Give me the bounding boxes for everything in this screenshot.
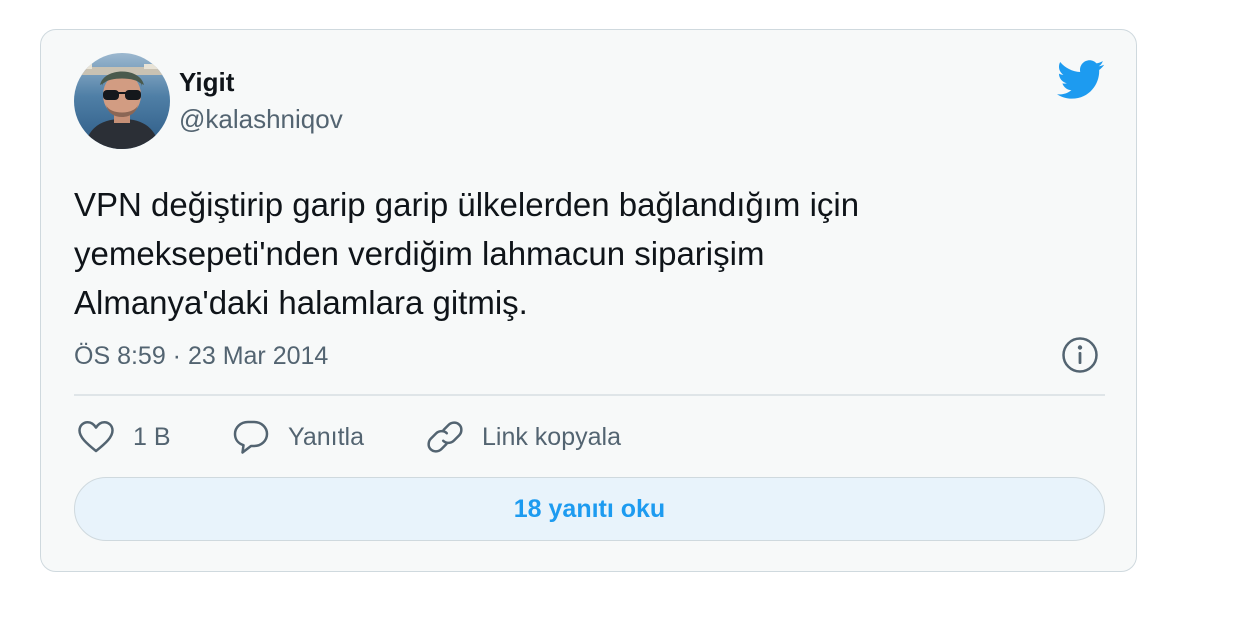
- like-button[interactable]: 1 B: [77, 417, 171, 457]
- link-icon: [427, 421, 463, 453]
- read-replies-button[interactable]: 18 yanıtı oku: [74, 477, 1105, 541]
- heart-icon: [78, 420, 114, 453]
- twitter-bird-icon[interactable]: [1057, 60, 1105, 100]
- avatar[interactable]: [74, 53, 170, 149]
- tweet-timestamp[interactable]: ÖS 8:59 · 23 Mar 2014: [74, 340, 328, 372]
- author-info: Yigit @kalashniqov: [179, 66, 343, 136]
- read-replies-label: 18 yanıtı oku: [513, 494, 666, 523]
- tweet-text: VPN değiştirip garip garip ülkelerden ba…: [74, 186, 860, 321]
- info-icon[interactable]: [1061, 336, 1099, 374]
- author-name[interactable]: Yigit: [179, 66, 343, 98]
- divider: [74, 394, 1105, 396]
- author-handle[interactable]: @kalashniqov: [179, 102, 343, 136]
- reply-label: Yanıtla: [288, 422, 364, 451]
- reply-button[interactable]: Yanıtla: [232, 417, 364, 457]
- speech-bubble-icon: [233, 420, 269, 454]
- like-count: 1 B: [133, 422, 171, 451]
- copy-link-label: Link kopyala: [482, 422, 621, 451]
- copy-link-button[interactable]: Link kopyala: [426, 417, 621, 457]
- tweet-card: Yigit @kalashniqov VPN değiştirip garip …: [40, 29, 1137, 572]
